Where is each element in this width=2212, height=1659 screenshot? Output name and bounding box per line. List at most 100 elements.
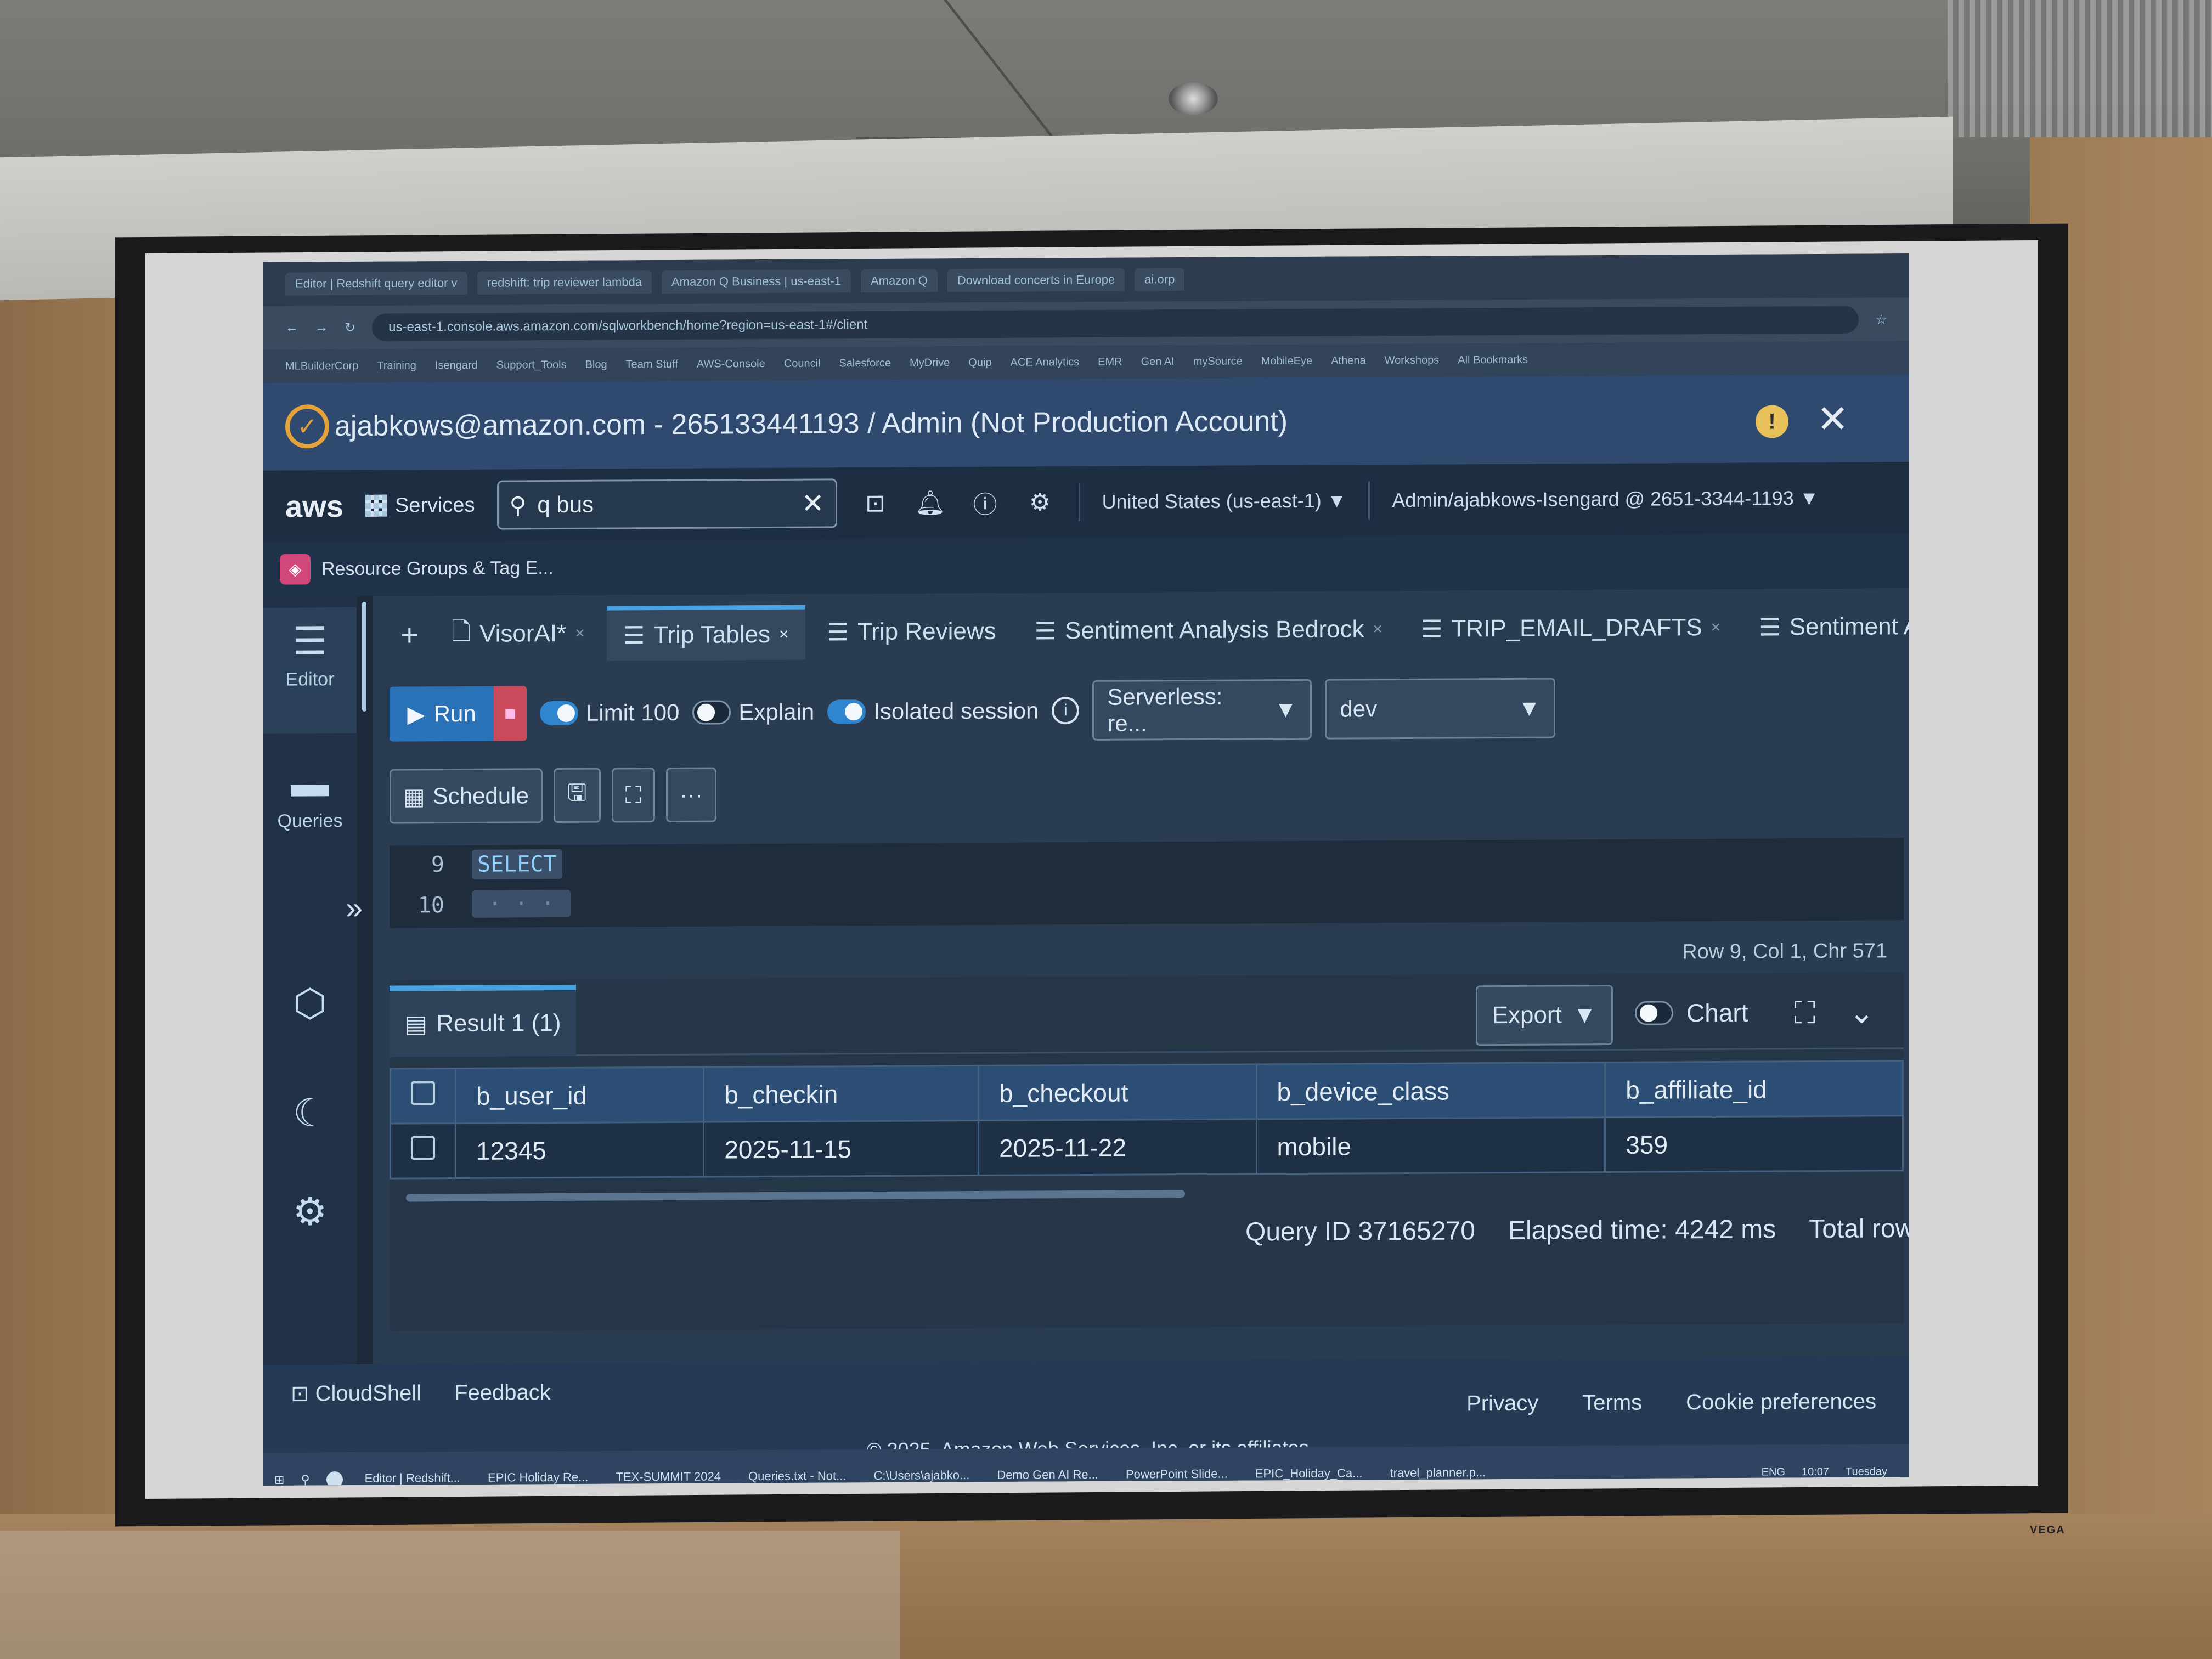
close-icon[interactable]: ✕ <box>1816 397 1849 442</box>
star-icon[interactable]: ☆ <box>1875 312 1887 328</box>
bookmark[interactable]: MobileEye <box>1261 354 1312 367</box>
schedule-button[interactable]: ▦ Schedule <box>390 768 543 824</box>
bookmark[interactable]: Team Stuff <box>626 358 678 370</box>
resource-groups-link[interactable]: Resource Groups & Tag E... <box>321 557 554 580</box>
rail-queries[interactable]: ▬ Queries <box>263 761 357 832</box>
column-header[interactable]: b_device_class <box>1256 1062 1605 1119</box>
run-button[interactable]: ▶ Run <box>390 686 494 742</box>
browser-tab[interactable]: ai.orp <box>1135 268 1185 291</box>
stop-button[interactable]: ■ <box>494 686 527 741</box>
bookmark[interactable]: Council <box>784 357 821 370</box>
browser-tab[interactable]: Download concerts in Europe <box>947 268 1125 292</box>
isolated-session-toggle[interactable]: Isolated session <box>827 697 1039 725</box>
bookmark[interactable]: MyDrive <box>910 357 950 369</box>
services-menu[interactable]: Services <box>365 493 475 517</box>
more-button[interactable]: ··· <box>666 767 716 823</box>
fullscreen-button[interactable]: ⛶ <box>611 768 656 823</box>
row-checkbox[interactable] <box>411 1136 435 1160</box>
table-row[interactable]: 12345 2025-11-15 2025-11-22 mobile 359 <box>390 1115 1903 1179</box>
tab-trip-tables[interactable]: ☰ Trip Tables × <box>606 605 805 661</box>
horizontal-scrollbar[interactable] <box>406 1190 1185 1202</box>
bookmark[interactable]: All Bookmarks <box>1458 353 1528 366</box>
collapse-results-icon[interactable]: ⌄ <box>1849 994 1875 1030</box>
help-icon[interactable]: ⓘ <box>969 486 1002 519</box>
clear-search-icon[interactable]: ✕ <box>802 487 825 519</box>
cloudshell-icon[interactable]: ⊡ <box>859 487 892 520</box>
aws-logo[interactable]: aws <box>285 488 343 524</box>
rail-connect[interactable]: ⬡ <box>263 980 357 1026</box>
bookmark[interactable]: mySource <box>1193 355 1243 368</box>
language-indicator[interactable]: ENG <box>1762 1466 1785 1479</box>
settings-icon[interactable]: ⚙ <box>1024 486 1057 518</box>
column-header[interactable]: b_checkin <box>703 1065 979 1122</box>
chrome-icon[interactable] <box>326 1471 343 1486</box>
browser-tab[interactable]: Amazon Q Business | us-east-1 <box>661 269 851 294</box>
cloudshell-link[interactable]: ⊡ CloudShell <box>291 1380 421 1406</box>
tab-visorai[interactable]: 🗋 VisorAI* × <box>435 606 601 662</box>
rail-settings[interactable]: ⚙ <box>263 1189 357 1234</box>
rail-theme[interactable]: ☾ <box>263 1090 357 1136</box>
tab-sentiment-an[interactable]: ☰ Sentiment An <box>1742 599 1909 655</box>
rail-editor[interactable]: ☰ Editor <box>263 607 357 734</box>
cookie-preferences-link[interactable]: Cookie preferences <box>1686 1389 1876 1415</box>
warning-icon[interactable]: ! <box>1756 405 1788 438</box>
save-button[interactable]: 🖫︎ <box>553 768 601 823</box>
export-button[interactable]: Export ▼ <box>1476 984 1613 1046</box>
tab-trip-email-drafts[interactable]: ☰ TRIP_EMAIL_DRAFTS × <box>1404 600 1737 657</box>
column-header[interactable]: b_checkout <box>978 1064 1257 1121</box>
expand-results-icon[interactable]: ⛶ <box>1794 995 1815 1031</box>
forward-icon[interactable]: → <box>315 320 328 335</box>
column-header[interactable]: b_user_id <box>455 1067 704 1124</box>
clock-time[interactable]: 10:07 <box>1802 1465 1829 1478</box>
bookmark[interactable]: Gen AI <box>1141 356 1175 368</box>
limit-toggle[interactable]: Limit 100 <box>540 699 679 726</box>
bookmark[interactable]: EMR <box>1098 356 1122 368</box>
start-icon[interactable]: ⊞ <box>274 1473 284 1486</box>
result-tab[interactable]: ▤ Result 1 (1) <box>390 984 576 1057</box>
chart-toggle[interactable]: Chart <box>1635 998 1748 1028</box>
taskbar-item[interactable]: TEX-SUMMIT 2024 <box>610 1466 726 1486</box>
taskbar-item[interactable]: Queries.txt - Not... <box>742 1465 852 1486</box>
terms-link[interactable]: Terms <box>1582 1391 1642 1416</box>
info-icon[interactable]: i <box>1052 697 1080 725</box>
expand-panel-icon[interactable]: » <box>346 890 363 926</box>
browser-tab[interactable]: redshift: trip reviewer lambda <box>477 270 652 295</box>
close-tab-icon[interactable]: × <box>575 624 585 643</box>
close-tab-icon[interactable]: × <box>1711 618 1721 637</box>
bookmark[interactable]: Quip <box>968 356 991 369</box>
column-header[interactable]: b_affiliate_id <box>1605 1060 1903 1118</box>
folded-code[interactable]: · · · <box>472 889 571 918</box>
address-bar[interactable]: us-east-1.console.aws.amazon.com/sqlwork… <box>372 306 1859 341</box>
feedback-link[interactable]: Feedback <box>454 1380 551 1406</box>
back-icon[interactable]: ← <box>285 320 298 336</box>
explain-toggle[interactable]: Explain <box>692 699 814 726</box>
bookmark[interactable]: Athena <box>1331 354 1365 367</box>
taskbar-item[interactable]: EPIC Holiday Re... <box>482 1466 594 1486</box>
search-input[interactable]: ⚲ q bus ✕ <box>496 478 837 530</box>
account-menu[interactable]: Admin/ajabkows-Isengard @ 2651-3344-1193… <box>1392 487 1819 512</box>
close-tab-icon[interactable]: × <box>1373 620 1383 639</box>
bookmark[interactable]: MLBuilderCorp <box>285 359 358 373</box>
bookmark[interactable]: Salesforce <box>839 357 891 369</box>
close-tab-icon[interactable]: × <box>779 625 789 644</box>
select-all-checkbox[interactable] <box>411 1081 435 1105</box>
bookmark[interactable]: Support_Tools <box>496 358 567 371</box>
new-tab-button[interactable]: + <box>390 607 430 662</box>
bookmark[interactable]: Blog <box>585 358 607 371</box>
bookmark[interactable]: AWS-Console <box>697 358 765 371</box>
tab-sentiment-analysis-bedrock[interactable]: ☰ Sentiment Analysis Bedrock × <box>1018 602 1399 659</box>
bookmark[interactable]: Workshops <box>1385 354 1440 367</box>
privacy-link[interactable]: Privacy <box>1466 1391 1538 1417</box>
bookmark[interactable]: Training <box>377 359 416 372</box>
browser-tab[interactable]: Editor | Redshift query editor v <box>285 271 467 296</box>
sql-editor[interactable]: 9 SELECT 10 · · · <box>390 838 1904 928</box>
reload-icon[interactable]: ↻ <box>345 319 356 335</box>
database-select[interactable]: dev ▼ <box>1325 678 1556 740</box>
connection-select[interactable]: Serverless: re... ▼ <box>1092 679 1312 741</box>
region-selector[interactable]: United States (us-east-1) ▼ <box>1102 489 1347 514</box>
bookmark[interactable]: Isengard <box>435 359 478 371</box>
bell-icon[interactable]: 🔔︎ <box>914 486 947 519</box>
browser-tab[interactable]: Amazon Q <box>860 269 938 293</box>
tab-trip-reviews[interactable]: ☰ Trip Reviews <box>811 604 1013 660</box>
taskbar-item[interactable]: Editor | Redshift... <box>359 1467 466 1486</box>
